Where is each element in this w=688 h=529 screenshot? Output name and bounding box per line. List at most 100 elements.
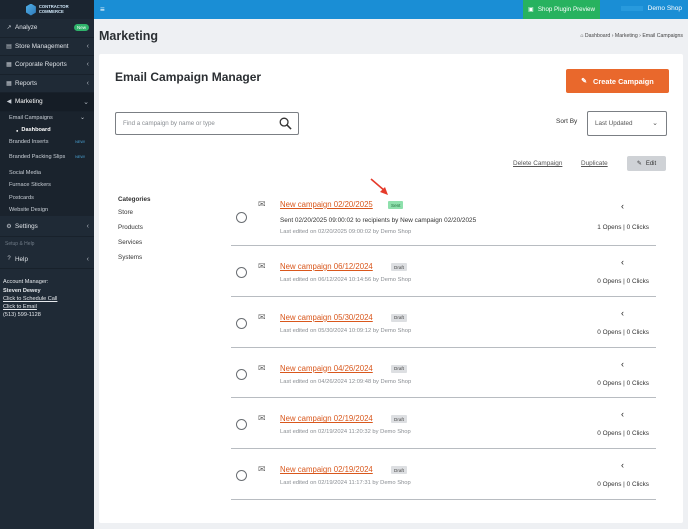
- status-badge: Draft: [391, 364, 407, 373]
- sidebar-item-dashboard[interactable]: ● Dashboard: [0, 124, 94, 136]
- sidebar-item-corporate-reports[interactable]: ▦ Corporate Reports ‹: [0, 56, 94, 75]
- pencil-icon: ✎: [636, 161, 642, 167]
- campaign-row: ✉ New campaign 04/26/2024 Draft Last edi…: [231, 348, 656, 399]
- sidebar-item-help[interactable]: ? Help ‹: [0, 251, 94, 270]
- setup-help-heading: Setup & Help: [5, 240, 35, 247]
- breadcrumb-email-campaigns: Email Campaigns: [642, 33, 683, 39]
- campaign-name-link[interactable]: New campaign 02/19/2024: [280, 465, 373, 474]
- campaign-radio[interactable]: [236, 368, 247, 380]
- card-title: Email Campaign Manager: [115, 70, 262, 84]
- new-tag: NEW!: [75, 140, 85, 145]
- logo-text: CONTRACTOR COMMERCE: [38, 3, 69, 14]
- campaign-radio[interactable]: [236, 212, 247, 223]
- last-edited: Last edited on 06/12/2024 10:14:56 by De…: [280, 277, 412, 283]
- account-name: Steven Dewey: [3, 287, 41, 294]
- sidebar-item-reports[interactable]: ▦ Reports ‹: [0, 75, 94, 93]
- chevron-left-icon: ‹: [86, 255, 89, 263]
- chevron-down-icon: ⌄: [652, 120, 658, 127]
- breadcrumb: ⌂ Dashboard › Marketing › Email Campaign…: [580, 33, 683, 39]
- create-campaign-button[interactable]: ✎ Create Campaign: [566, 69, 669, 93]
- sidebar-item-marketing[interactable]: ◀ Marketing ⌄: [0, 93, 94, 112]
- sidebar-item-social-media[interactable]: Social Media: [0, 167, 94, 179]
- category-services[interactable]: Services: [118, 239, 151, 254]
- pencil-icon: ✎: [581, 78, 588, 85]
- chevron-left-icon[interactable]: ‹: [621, 460, 624, 470]
- status-badge: Draft: [391, 313, 407, 322]
- campaign-name-link[interactable]: New campaign 05/30/2024: [280, 313, 373, 322]
- sidebar-item-analyze[interactable]: ↗ Analyze New: [0, 19, 94, 38]
- category-store[interactable]: Store: [118, 209, 151, 224]
- campaign-radio[interactable]: [236, 419, 247, 431]
- campaign-stats: 0 Opens | 0 Clicks: [597, 328, 649, 336]
- shop-plugin-preview-button[interactable]: ▣ Shop Plugin Preview: [523, 0, 600, 19]
- help-icon: ?: [7, 256, 11, 263]
- search-input[interactable]: Find a campaign by name or type: [115, 112, 299, 135]
- chevron-left-icon[interactable]: ‹: [621, 257, 624, 267]
- campaign-radio[interactable]: [236, 267, 247, 278]
- sort-label: Sort By: [556, 118, 578, 125]
- categories-heading: Categories: [118, 196, 151, 203]
- last-edited: Last edited on 05/30/2024 10:09:12 by De…: [280, 327, 412, 334]
- annotation-arrow-icon: [370, 178, 388, 195]
- campaign-row: ✉ New campaign 06/12/2024 Draft Last edi…: [231, 246, 656, 297]
- store-icon: ▤: [6, 43, 12, 50]
- edit-button[interactable]: ✎ Edit: [627, 156, 666, 171]
- categories-panel: Categories Store Products Services Syste…: [118, 196, 151, 269]
- new-badge: New: [73, 24, 89, 32]
- sidebar-item-store-management[interactable]: ▤ Store Management ‹: [0, 38, 94, 56]
- megaphone-icon: ◀: [6, 99, 12, 106]
- status-badge: Draft: [391, 415, 407, 424]
- sidebar-item-branded-inserts[interactable]: Branded Inserts NEW!: [0, 136, 94, 148]
- chevron-left-icon[interactable]: ‹: [621, 409, 624, 419]
- delete-campaign-link[interactable]: Delete Campaign: [513, 160, 562, 167]
- duplicate-link[interactable]: Duplicate: [581, 160, 608, 167]
- hamburger-icon[interactable]: ≡: [100, 5, 105, 14]
- sidebar-item-postcards[interactable]: Postcards: [0, 191, 94, 203]
- schedule-call-link[interactable]: Click to Schedule Call: [3, 295, 91, 303]
- campaign-name-link[interactable]: New campaign 02/20/2025: [280, 200, 373, 209]
- campaign-stats: 0 Opens | 0 Clicks: [597, 481, 649, 489]
- sidebar-item-website-design[interactable]: Website Design: [0, 204, 94, 216]
- chevron-left-icon: ‹: [86, 79, 89, 87]
- campaign-radio[interactable]: [236, 317, 247, 329]
- campaign-name-link[interactable]: New campaign 04/26/2024: [280, 364, 373, 373]
- campaign-name-link[interactable]: New campaign 02/19/2024: [280, 414, 373, 423]
- breadcrumb-dashboard[interactable]: Dashboard: [585, 33, 610, 39]
- marketing-submenu: Email Campaigns ⌄ ● Dashboard Branded In…: [0, 111, 94, 217]
- brand-logo[interactable]: CONTRACTOR COMMERCE: [0, 0, 94, 19]
- email-link[interactable]: Click to Email: [3, 303, 91, 311]
- mail-icon: ✉: [258, 199, 266, 209]
- chevron-left-icon[interactable]: ‹: [621, 201, 624, 211]
- sidebar-item-settings[interactable]: ⚙ Settings ‹: [0, 218, 94, 237]
- campaign-list: ✉ New campaign 02/20/2025 Sent Sent 02/2…: [231, 194, 656, 500]
- mail-icon: ✉: [258, 311, 266, 322]
- breadcrumb-marketing[interactable]: Marketing: [615, 33, 638, 39]
- category-products[interactable]: Products: [118, 224, 151, 239]
- account-title: Account Manager:: [3, 279, 49, 286]
- bullet-icon: ●: [16, 127, 19, 133]
- category-systems[interactable]: Systems: [118, 254, 151, 269]
- mail-icon: ✉: [258, 261, 266, 271]
- chevron-left-icon: ‹: [86, 61, 89, 69]
- chevron-left-icon[interactable]: ‹: [621, 359, 624, 369]
- shop-menu[interactable]: Demo Shop: [620, 5, 682, 12]
- new-tag: NEW!: [75, 155, 85, 160]
- sidebar-item-furnace-stickers[interactable]: Furnace Stickers: [0, 179, 94, 191]
- search-icon[interactable]: [279, 117, 292, 130]
- campaign-name-link[interactable]: New campaign 06/12/2024: [280, 262, 373, 271]
- campaign-row: ✉ New campaign 02/19/2024 Draft Last edi…: [231, 449, 656, 500]
- campaign-radio[interactable]: [236, 470, 247, 482]
- status-badge: Sent: [388, 201, 404, 209]
- mail-icon: ✉: [258, 362, 266, 373]
- status-badge: Draft: [391, 466, 407, 475]
- gear-icon: ⚙: [6, 224, 12, 231]
- last-edited: Last edited on 02/19/2024 11:17:31 by De…: [280, 480, 411, 487]
- sort-select[interactable]: Last Updated ⌄: [587, 111, 667, 136]
- reports-icon: ▦: [6, 62, 12, 69]
- chevron-left-icon[interactable]: ‹: [621, 308, 624, 318]
- chevron-right-icon: ›: [611, 33, 614, 39]
- sidebar-item-branded-packing-slips[interactable]: Branded Packing Slips NEW!: [0, 149, 94, 167]
- sidebar-item-email-campaigns[interactable]: Email Campaigns ⌄: [0, 112, 94, 124]
- chart-icon: ↗: [6, 25, 12, 32]
- mail-icon: ✉: [258, 464, 266, 475]
